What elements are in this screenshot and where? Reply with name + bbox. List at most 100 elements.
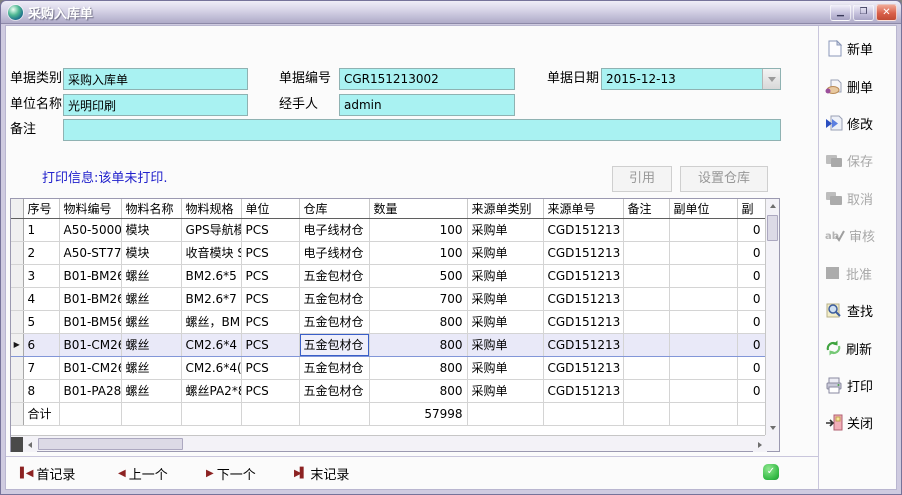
grid-cell[interactable]: B01-BM5600 (59, 310, 121, 333)
column-header[interactable]: 物料规格 (181, 199, 241, 218)
grid-cell[interactable]: CGD151213 (543, 287, 623, 310)
table-row[interactable]: 4B01-BM2607螺丝BM2.6*7（镀PCS五金包材仓700采购单CGD1… (11, 287, 765, 310)
modify-button[interactable]: 修改 (825, 111, 893, 135)
grid-cell[interactable]: 五金包材仓 (299, 310, 369, 333)
table-row[interactable]: ▶6B01-CM2604螺丝CM2.6*4 BLPCS五金包材仓800采购单CG… (11, 333, 765, 356)
grid-cell[interactable] (623, 287, 669, 310)
grid-cell[interactable]: 800 (369, 333, 467, 356)
column-header[interactable]: 物料编号 (59, 199, 121, 218)
grid-cell[interactable]: B01-CM2604 (59, 333, 121, 356)
table-row[interactable]: 2A50-ST7703模块收音模块 STPCS电子线材仓100采购单CGD151… (11, 241, 765, 264)
grid-cell[interactable] (623, 310, 669, 333)
grid-cell[interactable] (669, 310, 737, 333)
close-icon[interactable]: ✕ (876, 4, 897, 21)
grid-cell[interactable]: GPS导航模块 (181, 218, 241, 241)
grid-cell[interactable]: 模块 (121, 218, 181, 241)
grid-cell[interactable]: 螺丝PA2*8,B (181, 379, 241, 402)
scroll-left-icon[interactable] (23, 437, 37, 452)
green-shield-icon[interactable]: ✓ (763, 464, 779, 480)
grid-cell[interactable]: 500 (369, 264, 467, 287)
grid-cell[interactable]: B01-BM2605 (59, 264, 121, 287)
table-row[interactable]: 5B01-BM5600螺丝螺丝，BM5*PCS五金包材仓800采购单CGD151… (11, 310, 765, 333)
grid-cell[interactable]: PCS (241, 218, 299, 241)
delete-doc-button[interactable]: 删单 (825, 74, 893, 98)
scroll-up-icon[interactable] (766, 199, 779, 213)
grid-cell[interactable]: 采购单 (467, 264, 543, 287)
grid-cell[interactable]: 采购单 (467, 218, 543, 241)
column-header[interactable]: 仓库 (299, 199, 369, 218)
title-bar[interactable]: 采购入库单 ▁ ❐ ✕ (1, 1, 901, 24)
scroll-down-icon[interactable] (766, 421, 779, 435)
grid-cell[interactable]: 3 (23, 264, 59, 287)
vertical-scroll-thumb[interactable] (767, 215, 778, 241)
grid-cell[interactable] (669, 218, 737, 241)
grid-cell[interactable]: 100 (369, 218, 467, 241)
handler-field[interactable] (339, 94, 515, 116)
grid-cell[interactable]: 螺丝 (121, 379, 181, 402)
maximize-icon[interactable]: ❐ (853, 4, 874, 21)
grid-cell[interactable]: 电子线材仓 (299, 218, 369, 241)
grid-cell[interactable]: 五金包材仓 (299, 287, 369, 310)
grid-cell[interactable]: 0 (737, 356, 765, 379)
vertical-scrollbar[interactable] (765, 199, 779, 435)
grid-cell[interactable]: 5 (23, 310, 59, 333)
grid-cell[interactable]: 收音模块 ST (181, 241, 241, 264)
table-row[interactable]: 3B01-BM2605螺丝BM2.6*5（镀PCS五金包材仓500采购单CGD1… (11, 264, 765, 287)
grid-cell[interactable] (623, 379, 669, 402)
grid-cell[interactable]: 五金包材仓 (299, 356, 369, 379)
column-header[interactable]: 单位 (241, 199, 299, 218)
column-header[interactable]: 数量 (369, 199, 467, 218)
grid-cell[interactable]: 4 (23, 287, 59, 310)
doc-date-combo[interactable] (601, 68, 781, 90)
grid-cell[interactable] (669, 356, 737, 379)
grid-cell[interactable]: PCS (241, 241, 299, 264)
cancel-button[interactable]: 取消 (825, 186, 893, 210)
grid-cell[interactable]: PCS (241, 356, 299, 379)
grid-cell[interactable] (623, 264, 669, 287)
grid-cell[interactable]: 采购单 (467, 333, 543, 356)
grid-cell[interactable]: PCS (241, 310, 299, 333)
doc-date-field[interactable] (601, 68, 781, 90)
grid-cell[interactable]: PCS (241, 333, 299, 356)
grid-cell[interactable]: 700 (369, 287, 467, 310)
first-record-button[interactable]: ▌◀ 首记录 (20, 464, 75, 483)
table-row[interactable]: 7B01-CM2604螺丝CM2.6*4(镀镍PCS五金包材仓800采购单CGD… (11, 356, 765, 379)
grid-cell[interactable]: 螺丝 (121, 287, 181, 310)
last-record-button[interactable]: ▶▌ 末记录 (294, 464, 349, 483)
grid-cell[interactable]: CM2.6*4(镀镍 (181, 356, 241, 379)
grid-cell[interactable]: A50-500000 (59, 218, 121, 241)
audit-button[interactable]: ab 审核 (825, 223, 893, 247)
horizontal-scrollbar[interactable] (11, 435, 767, 451)
grid-cell[interactable] (669, 264, 737, 287)
reference-button[interactable]: 引用 (612, 166, 672, 192)
grid-cell[interactable]: PCS (241, 287, 299, 310)
grid-cell[interactable]: CGD151213 (543, 310, 623, 333)
grid-cell[interactable]: 800 (369, 379, 467, 402)
grid-cell[interactable]: 0 (737, 333, 765, 356)
grid-cell[interactable] (623, 356, 669, 379)
grid-cell[interactable]: 0 (737, 287, 765, 310)
grid-cell[interactable] (623, 218, 669, 241)
remarks-field[interactable] (63, 119, 781, 141)
grid-cell[interactable]: 800 (369, 356, 467, 379)
table-row[interactable]: 8B01-PA2800螺丝螺丝PA2*8,BPCS五金包材仓800采购单CGD1… (11, 379, 765, 402)
grid-cell[interactable]: CGD151213 (543, 379, 623, 402)
grid-cell[interactable]: CGD151213 (543, 218, 623, 241)
doc-type-field[interactable] (63, 68, 248, 90)
grid-cell[interactable]: 800 (369, 310, 467, 333)
grid-cell[interactable]: 螺丝 (121, 356, 181, 379)
column-header[interactable]: 副 (737, 199, 765, 218)
set-warehouse-button[interactable]: 设置仓库 (680, 166, 768, 192)
grid-cell[interactable]: 0 (737, 264, 765, 287)
grid-cell[interactable]: 螺丝 (121, 310, 181, 333)
grid-cell[interactable]: 2 (23, 241, 59, 264)
grid-cell[interactable]: CGD151213 (543, 356, 623, 379)
grid-cell[interactable] (669, 379, 737, 402)
grid-cell[interactable]: CGD151213 (543, 264, 623, 287)
grid-cell[interactable]: B01-BM2607 (59, 287, 121, 310)
horizontal-scroll-thumb[interactable] (38, 438, 183, 450)
column-header[interactable]: 序号 (23, 199, 59, 218)
grid-cell[interactable]: 6 (23, 333, 59, 356)
print-button[interactable]: 打印 (825, 373, 893, 397)
column-header[interactable]: 来源单号 (543, 199, 623, 218)
